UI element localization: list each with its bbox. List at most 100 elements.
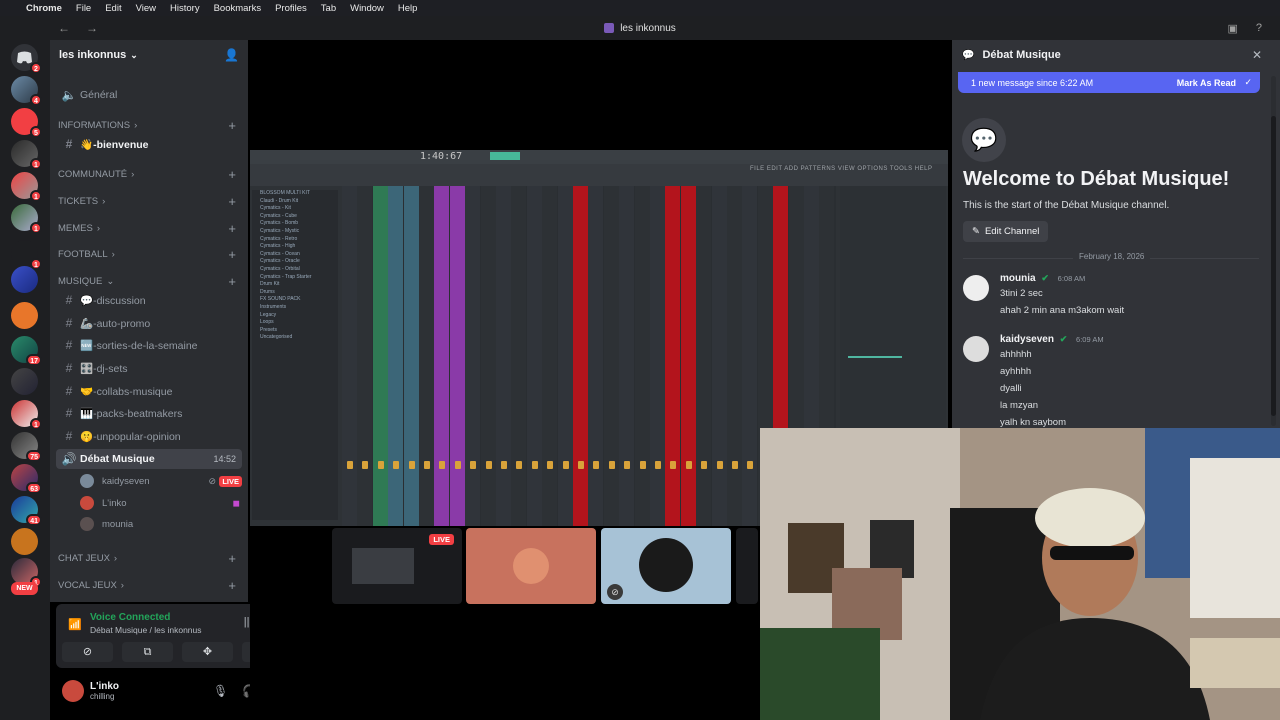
add-channel-icon[interactable]: + [228,118,236,133]
menu-help[interactable]: Help [398,3,418,14]
category-informations[interactable]: INFORMATIONS › + [58,117,242,133]
text-channel-bienvenue[interactable]: # 👋-bienvenue [56,134,242,154]
add-channel-icon[interactable]: + [228,578,236,593]
server-icon[interactable]: 1 [11,140,42,170]
avatar[interactable] [963,336,989,362]
category-football[interactable]: FOOTBALL › + [58,246,242,262]
menu-window[interactable]: Window [350,3,384,14]
server-icon[interactable]: 75 [11,432,42,462]
mixer-strip [542,186,558,526]
mixer-fader [547,461,554,469]
edit-channel-button[interactable]: ✎ Edit Channel [963,221,1049,242]
webcam-image [760,428,1280,720]
help-icon[interactable]: ? [1256,22,1262,35]
text-channel-sorties[interactable]: # 🆕-sorties-de-la-semaine [56,335,242,355]
message-timestamp: 6:08 AM [1057,274,1086,283]
user-status: chilling [90,692,115,701]
message-author[interactable]: mounia [1000,273,1036,284]
server-icon[interactable]: 1 [11,172,42,202]
avatar[interactable] [62,680,84,702]
participant-tile[interactable] [736,528,758,604]
add-channel-icon[interactable]: + [228,551,236,566]
add-channel-icon[interactable]: + [228,221,236,236]
category-vocal-jeux[interactable]: VOCAL JEUX › + [58,577,242,593]
voice-channel-general[interactable]: 🔈 Général [56,85,242,105]
voice-user-mounia[interactable]: mounia [80,515,133,533]
mixer-fader [531,461,538,469]
microphone-icon[interactable]: 🎙 [213,684,228,698]
server-icon[interactable] [11,368,38,395]
inbox-icon[interactable]: ▣ [1227,22,1237,35]
window-titlebar: ← → les inkonnus ▣ ? [0,16,1280,40]
channel-label: Général [80,89,118,101]
server-icon[interactable]: 4 [11,76,42,106]
screen-share-button[interactable]: ⧉ [122,642,173,662]
server-icon[interactable]: 5 [11,108,42,138]
category-label: INFORMATIONS [58,119,131,131]
guild-name: les inkonnus [59,49,127,61]
text-channel-collabs[interactable]: # 🤝-collabs-musique [56,381,242,401]
text-channel-unpopular[interactable]: # 🤫-unpopular-opinion [56,426,242,446]
back-arrow-icon[interactable]: ← [58,21,70,35]
menu-file[interactable]: File [76,3,91,14]
camera-button[interactable]: ⊘ [62,642,113,662]
menu-edit[interactable]: Edit [105,3,121,14]
voice-user-kaidyseven[interactable]: kaidyseven ⊘ LIVE [80,472,242,490]
server-icon[interactable]: 1 [11,400,42,430]
mixer-strip [496,186,511,526]
category-chat-jeux[interactable]: CHAT JEUX › + [58,550,242,566]
discord-favicon-icon [604,23,615,33]
server-icon[interactable]: 1 [11,240,42,270]
voice-location[interactable]: Débat Musique / les inkonnus [90,625,202,635]
text-channel-discussion[interactable]: # 💬-discussion [56,290,242,310]
mark-as-read-button[interactable]: Mark As Read [1177,78,1236,88]
invite-people-icon[interactable]: 👤 [224,48,239,62]
server-icon[interactable]: 17 [11,336,42,366]
server-icon[interactable] [11,302,38,329]
hash-icon: # [65,137,73,151]
server-icon[interactable]: 1 [11,558,42,588]
add-channel-icon[interactable]: + [228,247,236,262]
participant-tile[interactable]: ⊘ [601,528,731,604]
server-icon[interactable] [11,266,38,293]
add-channel-icon[interactable]: + [228,274,236,289]
category-tickets[interactable]: TICKETS › + [58,193,242,209]
chat-scrollbar[interactable] [1271,76,1276,426]
text-channel-packs[interactable]: # 🎹-packs-beatmakers [56,403,242,423]
server-icon[interactable]: 63 [11,464,42,494]
menu-history[interactable]: History [170,3,200,14]
add-channel-icon[interactable]: + [228,194,236,209]
close-icon[interactable]: ✕ [1252,48,1262,62]
daw-header: 1:40:67 [250,150,948,164]
mixer-strip [711,186,727,526]
server-icon[interactable] [11,528,38,555]
voice-user-linko[interactable]: L'inko ◼ [80,494,242,512]
menu-view[interactable]: View [136,3,156,14]
avatar[interactable] [963,275,989,301]
forward-arrow-icon[interactable]: → [86,21,98,35]
guild-header[interactable]: les inkonnus ⌄ 👤 [50,40,248,70]
direct-messages-icon[interactable]: 2 [11,44,42,74]
category-musique[interactable]: MUSIQUE ⌄ + [58,273,242,289]
participant-tile[interactable] [466,528,596,604]
voice-status[interactable]: Voice Connected [90,612,170,623]
mixer-strip [449,186,465,526]
voice-channel-debat-musique[interactable]: 🔊 Débat Musique 14:52 [56,449,242,469]
stream-tile[interactable]: LIVE [332,528,462,604]
message-author[interactable]: kaidyseven [1000,334,1054,345]
signal-icon[interactable]: 📶 [68,618,82,631]
text-channel-dj-sets[interactable]: # 🎛️-dj-sets [56,358,242,378]
activities-button[interactable]: ✥ [182,642,233,662]
add-channel-icon[interactable]: + [228,167,236,182]
menu-app-chrome[interactable]: Chrome [26,3,62,14]
server-icon[interactable]: 41 [11,496,42,526]
category-communaute[interactable]: COMMUNAUTÉ › + [58,166,242,182]
category-memes[interactable]: MEMES › + [58,220,242,236]
menu-profiles[interactable]: Profiles [275,3,307,14]
new-messages-bar[interactable]: 1 new message since 6:22 AM Mark As Read… [958,72,1260,93]
menu-tab[interactable]: Tab [321,3,336,14]
browser-item: Cymatics - Orbital [260,265,300,272]
server-icon[interactable]: 1 [11,204,42,234]
text-channel-auto-promo[interactable]: # 🦾-auto-promo [56,313,242,333]
menu-bookmarks[interactable]: Bookmarks [214,3,262,14]
